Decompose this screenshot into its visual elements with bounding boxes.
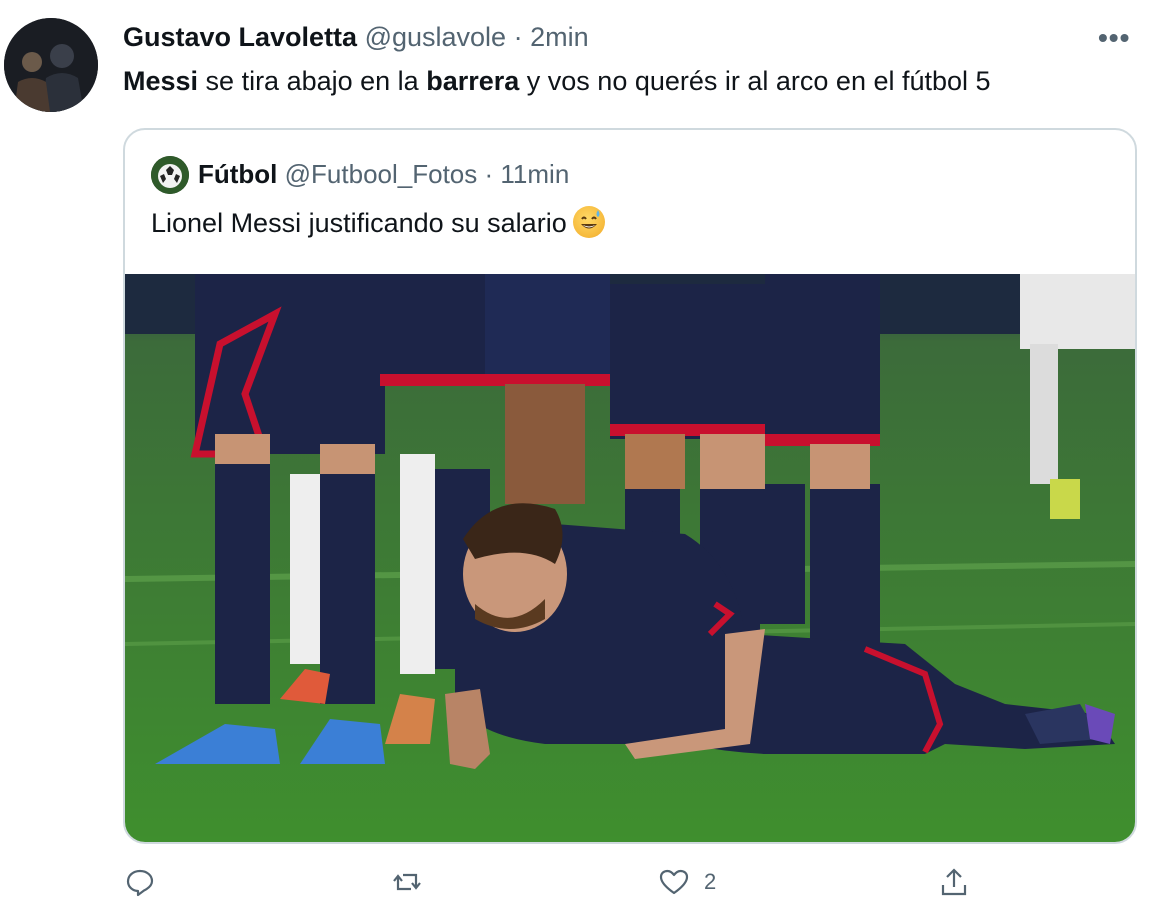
- like-button[interactable]: 2: [658, 866, 716, 898]
- reply-icon: [126, 869, 154, 897]
- tweet-text-part: y vos no querés ir al arco en el fútbol …: [519, 66, 991, 96]
- meta-separator: ·: [513, 22, 523, 52]
- tweet-text: Messi se tira abajo en la barrera y vos …: [123, 66, 991, 97]
- quoted-text-body: Lionel Messi justificando su salario: [151, 208, 567, 238]
- quoted-header: Fútbol @Futbool_Fotos · 11min: [198, 159, 569, 190]
- quoted-author-name[interactable]: Fútbol: [198, 159, 277, 189]
- author-handle[interactable]: @guslavole: [365, 22, 507, 52]
- tweet-timestamp[interactable]: 2min: [530, 22, 589, 52]
- author-avatar[interactable]: [4, 18, 98, 112]
- quoted-author-avatar[interactable]: [151, 156, 189, 194]
- retweet-icon: [393, 873, 421, 891]
- tweet-photo[interactable]: [125, 274, 1135, 842]
- meta-separator: ·: [484, 159, 494, 189]
- tweet-text-part: Messi: [123, 66, 199, 96]
- share-button[interactable]: [938, 866, 970, 898]
- tweet-text-part: se tira abajo en la: [198, 66, 427, 96]
- retweet-button[interactable]: [391, 866, 423, 898]
- more-options-button[interactable]: •••: [1098, 22, 1130, 54]
- reply-button[interactable]: [124, 866, 156, 898]
- quoted-text: Lionel Messi justificando su salario: [151, 206, 605, 239]
- tweet-header: Gustavo Lavoletta @guslavole · 2min: [123, 22, 589, 53]
- tweet-text-part: barrera: [426, 66, 520, 96]
- like-count: 2: [704, 869, 717, 894]
- quoted-tweet-card[interactable]: Fútbol @Futbool_Fotos · 11min Lionel Mes…: [123, 128, 1137, 844]
- more-horizontal-icon: •••: [1098, 22, 1131, 53]
- quoted-timestamp[interactable]: 11min: [500, 159, 569, 189]
- heart-icon: [659, 869, 689, 895]
- author-name[interactable]: Gustavo Lavoletta: [123, 22, 357, 52]
- tweet-actions: 2: [0, 862, 1163, 900]
- grinning-face-with-sweat-emoji: [572, 206, 605, 238]
- quoted-author-handle[interactable]: @Futbool_Fotos: [285, 159, 478, 189]
- share-icon: [941, 868, 967, 896]
